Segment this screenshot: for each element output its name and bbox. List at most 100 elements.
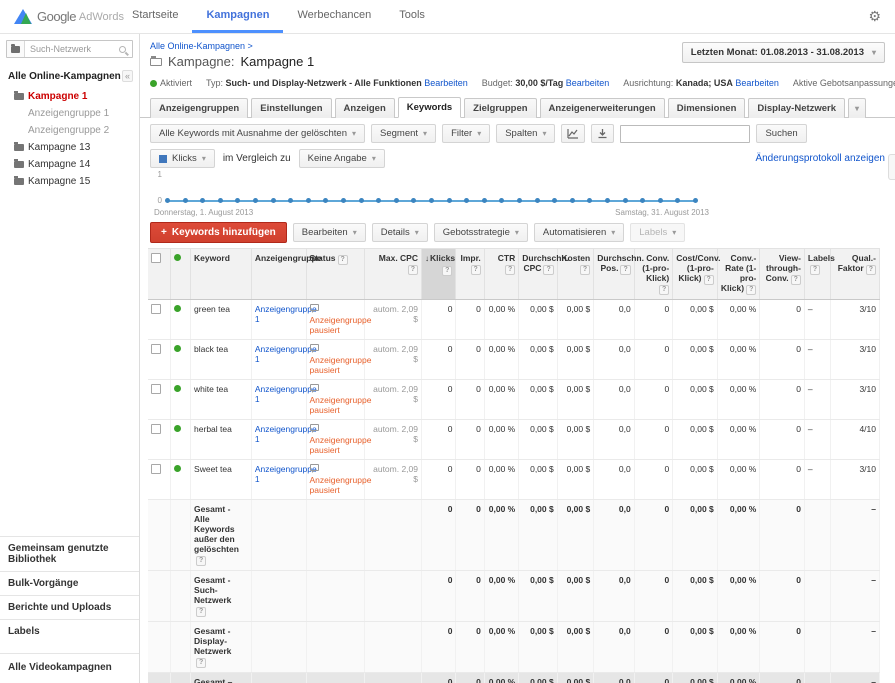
tree-item-kampagne-15[interactable]: Kampagne 15 [0, 173, 139, 190]
col-header-view_through[interactable]: View-through-Conv.? [760, 249, 805, 300]
columns-button[interactable]: Spalten [496, 124, 555, 143]
tree-item-anzeigengruppe-2[interactable]: Anzeigengruppe 2 [0, 122, 139, 139]
more-tabs-button[interactable] [848, 98, 866, 118]
tab-zielgruppen[interactable]: Zielgruppen [464, 98, 536, 118]
summary-cell-clicks: 0 [422, 571, 456, 622]
col-header-impr[interactable]: Impr.? [456, 249, 484, 300]
sidebar-item-labels[interactable]: Labels [0, 619, 139, 643]
col-header-clicks[interactable]: Klicks? [422, 249, 456, 300]
col-header-avg_pos[interactable]: Durchschn. Pos.? [594, 249, 635, 300]
tree-item-kampagne-1[interactable]: Kampagne 1 [0, 88, 139, 105]
compare-metric-button[interactable]: Keine Angabe [299, 149, 385, 168]
row-checkbox[interactable] [151, 344, 161, 354]
help-icon[interactable]: ? [196, 556, 206, 566]
help-icon[interactable]: ? [442, 266, 452, 276]
row-checkbox[interactable] [151, 424, 161, 434]
impr-total-value: 0 [476, 677, 481, 683]
action-details-button[interactable]: Details [372, 223, 428, 242]
changelog-link[interactable]: Änderungsprotokoll anzeigen [755, 153, 885, 164]
action-automatisieren-button[interactable]: Automatisieren [534, 223, 624, 242]
help-icon[interactable]: ? [866, 265, 876, 275]
google-adwords-logo[interactable]: Google AdWords [0, 0, 118, 33]
help-icon[interactable]: ? [338, 255, 348, 265]
sidebar-item-videokampagnen[interactable]: Alle Videokampagnen [0, 653, 139, 683]
col-header-keyword[interactable]: Keyword [191, 249, 252, 300]
nav-item-kampagnen[interactable]: Kampagnen [192, 0, 283, 33]
tab-keywords[interactable]: Keywords [398, 97, 461, 118]
search-submit-button[interactable]: Suchen [756, 124, 806, 143]
help-icon[interactable]: ? [543, 265, 553, 275]
action-gebotsstrategie-button[interactable]: Gebotsstrategie [434, 223, 528, 242]
nav-item-werbechancen[interactable]: Werbechancen [283, 0, 385, 33]
col-header-max_cpc[interactable]: Max. CPC? [365, 249, 422, 300]
tab-anzeigengruppen[interactable]: Anzeigengruppen [150, 98, 248, 118]
col-header-conv_rate[interactable]: Conv.-Rate (1-pro-Klick)? [717, 249, 760, 300]
col-header-cost[interactable]: Kosten? [557, 249, 593, 300]
select-all-checkbox[interactable] [151, 253, 161, 263]
row-checkbox[interactable] [151, 464, 161, 474]
col-header-state[interactable] [170, 249, 190, 300]
summary-cell-conv_rate: 0,00 % [717, 571, 760, 622]
tab-anzeigen[interactable]: Anzeigen [335, 98, 395, 118]
help-icon[interactable]: ? [580, 265, 590, 275]
toggle-chart-button[interactable] [561, 124, 585, 143]
tab-anzeigenerweiterungen[interactable]: Anzeigenerweiterungen [540, 98, 665, 118]
chart-point [447, 198, 452, 203]
chart-point [218, 198, 223, 203]
col-header-labels[interactable]: Labels? [804, 249, 830, 300]
action-bearbeiten-button[interactable]: Bearbeiten [293, 223, 366, 242]
search-icon[interactable] [119, 46, 126, 53]
col-header-status[interactable]: Status? [306, 249, 365, 300]
edit-type-link[interactable]: Bearbeiten [424, 78, 468, 88]
download-button[interactable] [591, 124, 614, 143]
help-icon[interactable]: ? [408, 265, 418, 275]
col-header-adgroup[interactable]: Anzeigengruppe [251, 249, 306, 300]
collapse-sidebar-button[interactable]: « [122, 70, 133, 82]
keyword-search-input[interactable] [620, 125, 750, 143]
tree-item-anzeigengruppe-1[interactable]: Anzeigengruppe 1 [0, 105, 139, 122]
sidebar-search-scope-button[interactable] [7, 41, 25, 57]
cell-avg_pos: 0,0 [594, 380, 635, 420]
date-range-picker[interactable]: Letzten Monat: 01.08.2013 - 31.08.2013 [682, 42, 885, 63]
col-header-cost_conv[interactable]: Cost/Conv. (1-pro-Klick)? [673, 249, 718, 300]
segment-button[interactable]: Segment [371, 124, 436, 143]
col-header-select[interactable] [148, 249, 170, 300]
edit-targeting-link[interactable]: Bearbeiten [735, 78, 779, 88]
help-icon[interactable]: ? [196, 607, 206, 617]
help-icon[interactable]: ? [505, 265, 515, 275]
metric-select-button[interactable]: Klicks [150, 149, 215, 168]
filter-button[interactable]: Filter [442, 124, 490, 143]
tree-item-kampagne-14[interactable]: Kampagne 14 [0, 156, 139, 173]
help-icon[interactable]: ? [620, 265, 630, 275]
help-icon[interactable]: ? [810, 265, 820, 275]
row-checkbox[interactable] [151, 384, 161, 394]
col-header-avg_cpc[interactable]: Durchschn. CPC? [519, 249, 558, 300]
nav-item-startseite[interactable]: Startseite [118, 0, 192, 33]
help-icon[interactable]: ? [746, 285, 756, 295]
col-header-ctr[interactable]: CTR? [484, 249, 518, 300]
panel-handle[interactable] [888, 154, 895, 180]
help-icon[interactable]: ? [791, 275, 801, 285]
sidebar-item-gemeinsam-genutzte-bibliothek[interactable]: Gemeinsam genutzte Bibliothek [0, 536, 139, 571]
chevron-down-icon [515, 227, 519, 238]
settings-menu-button[interactable] [854, 0, 895, 33]
keywords-view-filter-button[interactable]: Alle Keywords mit Ausnahme der gelöschte… [150, 124, 365, 143]
tab-einstellungen[interactable]: Einstellungen [251, 98, 331, 118]
tree-item-kampagne-13[interactable]: Kampagne 13 [0, 139, 139, 156]
help-icon[interactable]: ? [196, 658, 206, 668]
sidebar-item-berichte-und-uploads[interactable]: Berichte und Uploads [0, 595, 139, 619]
help-icon[interactable]: ? [659, 285, 669, 295]
tab-dimensionen[interactable]: Dimensionen [668, 98, 746, 118]
col-header-qf[interactable]: Qual.-Faktor? [831, 249, 880, 300]
all-campaigns-label[interactable]: Alle Online-Kampagnen [8, 71, 122, 82]
sidebar-search-input[interactable]: Such-Netzwerk [25, 44, 119, 54]
breadcrumb-all-campaigns-link[interactable]: Alle Online-Kampagnen > [150, 41, 253, 51]
help-icon[interactable]: ? [471, 265, 481, 275]
sidebar-item-bulk-vorg-nge[interactable]: Bulk-Vorgänge [0, 571, 139, 595]
row-checkbox[interactable] [151, 304, 161, 314]
help-icon[interactable]: ? [704, 275, 714, 285]
edit-budget-link[interactable]: Bearbeiten [566, 78, 610, 88]
add-keywords-button[interactable]: Keywords hinzufügen [150, 222, 287, 243]
tab-display-netzwerk[interactable]: Display-Netzwerk [748, 98, 845, 118]
nav-item-tools[interactable]: Tools [385, 0, 439, 33]
